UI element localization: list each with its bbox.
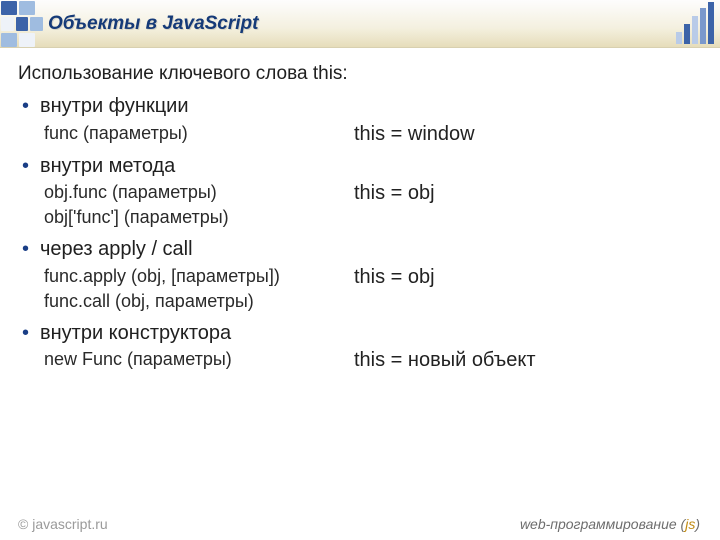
section-heading: через apply / call: [40, 237, 193, 263]
code-line: obj.func (параметры): [44, 181, 354, 204]
slide-footer: © javascript.ru web-программирование (js…: [0, 516, 720, 532]
section: • внутри метода obj.func (параметры) obj…: [18, 154, 698, 232]
slide-title: Объекты в JavaScript: [48, 13, 258, 35]
code-line: func.call (obj, параметры): [44, 290, 354, 313]
bullet-row: • внутри конструктора: [22, 321, 698, 347]
section: • через apply / call func.apply (obj, [п…: [18, 237, 698, 315]
result-column: this = новый объект: [354, 348, 698, 374]
footer-suffix: ): [695, 516, 700, 532]
bullet-row: • через apply / call: [22, 237, 698, 263]
code-line: func (параметры): [44, 122, 354, 145]
bullet-icon: •: [22, 239, 40, 259]
slide-body: Использование ключевого слова this: • вн…: [0, 48, 720, 374]
example-block: new Func (параметры) this = новый объект: [44, 348, 698, 374]
bullet-row: • внутри метода: [22, 154, 698, 180]
code-line: obj['func'] (параметры): [44, 206, 354, 229]
section: • внутри функции func (параметры) this =…: [18, 94, 698, 147]
section-heading: внутри функции: [40, 94, 189, 120]
code-column: func (параметры): [44, 122, 354, 148]
section: • внутри конструктора new Func (параметр…: [18, 321, 698, 374]
bullet-row: • внутри функции: [22, 94, 698, 120]
bullet-icon: •: [22, 96, 40, 116]
code-column: func.apply (obj, [параметры]) func.call …: [44, 265, 354, 315]
bullet-icon: •: [22, 156, 40, 176]
code-line: func.apply (obj, [параметры]): [44, 265, 354, 288]
example-block: func.apply (obj, [параметры]) func.call …: [44, 265, 698, 315]
footer-js: js: [685, 516, 695, 532]
code-column: new Func (параметры): [44, 348, 354, 374]
result-column: this = obj: [354, 181, 698, 231]
footer-right: web-программирование (js): [520, 516, 700, 532]
bullet-icon: •: [22, 323, 40, 343]
example-block: func (параметры) this = window: [44, 122, 698, 148]
footer-prefix: web-программирование (: [520, 516, 685, 532]
copyright: © javascript.ru: [18, 516, 108, 532]
section-heading: внутри конструктора: [40, 321, 231, 347]
slide-header: Объекты в JavaScript: [0, 0, 720, 48]
header-squares-deco: [0, 0, 44, 48]
header-stripes-deco: [600, 0, 720, 48]
code-column: obj.func (параметры) obj['func'] (параме…: [44, 181, 354, 231]
example-block: obj.func (параметры) obj['func'] (параме…: [44, 181, 698, 231]
result-column: this = obj: [354, 265, 698, 315]
intro-text: Использование ключевого слова this:: [18, 62, 698, 86]
result-column: this = window: [354, 122, 698, 148]
code-line: new Func (параметры): [44, 348, 354, 371]
section-heading: внутри метода: [40, 154, 175, 180]
